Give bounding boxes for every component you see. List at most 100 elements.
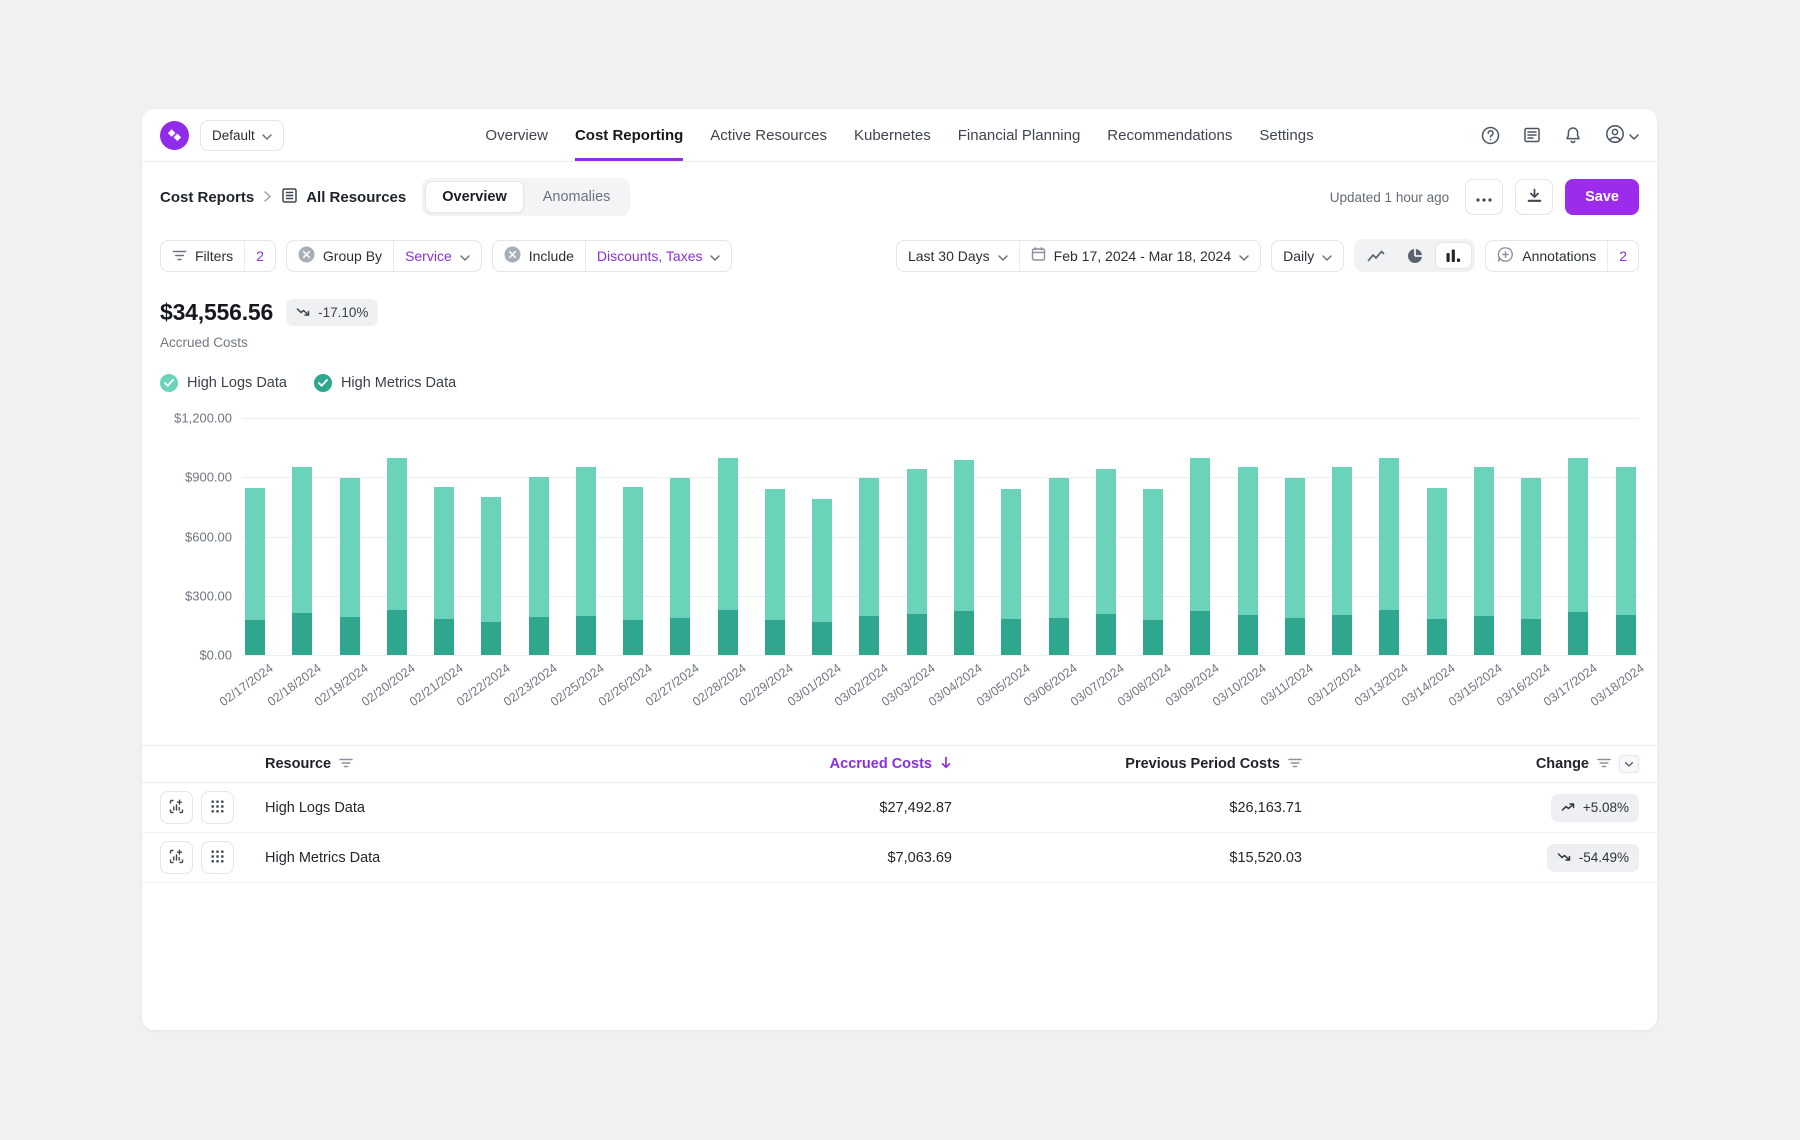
nav-item-recommendations[interactable]: Recommendations: [1107, 109, 1232, 161]
legend-item-high-logs-data[interactable]: High Logs Data: [160, 374, 287, 392]
bar-03/07/2024[interactable]: [1096, 469, 1116, 655]
bar-02/20/2024[interactable]: [387, 458, 407, 655]
nav-item-cost-reporting[interactable]: Cost Reporting: [575, 109, 683, 161]
breadcrumb-current[interactable]: All Resources: [281, 187, 406, 208]
nav-item-financial-planning[interactable]: Financial Planning: [958, 109, 1081, 161]
remove-circle-x-icon[interactable]: [298, 246, 315, 266]
workspace-selector[interactable]: Default: [200, 120, 284, 151]
bar-03/13/2024[interactable]: [1379, 458, 1399, 655]
nav-item-kubernetes[interactable]: Kubernetes: [854, 109, 931, 161]
bar-03/15/2024[interactable]: [1474, 467, 1494, 655]
bar-chart-icon[interactable]: [1435, 242, 1472, 269]
bar-segment: [1238, 615, 1258, 656]
granularity-dropdown[interactable]: Daily: [1271, 240, 1344, 272]
nav-item-overview[interactable]: Overview: [485, 109, 548, 161]
bar-03/01/2024[interactable]: [812, 499, 832, 655]
x-slot: 03/18/2024: [1616, 655, 1636, 723]
breadcrumb-root[interactable]: Cost Reports: [160, 189, 254, 206]
more-options-button[interactable]: [1465, 179, 1503, 215]
bar-02/25/2024[interactable]: [576, 467, 596, 655]
sort-descending-arrow-icon[interactable]: [940, 756, 952, 773]
column-header-change[interactable]: Change: [1302, 755, 1639, 773]
bar-03/16/2024[interactable]: [1521, 478, 1541, 655]
filters-chip[interactable]: Filters 2: [160, 240, 276, 272]
bar-03/14/2024[interactable]: [1427, 488, 1447, 655]
column-header-accrued-costs[interactable]: Accrued Costs: [652, 756, 952, 773]
chevron-down-icon: [1239, 248, 1249, 264]
chart-bars: [242, 418, 1639, 655]
bar-02/22/2024[interactable]: [481, 497, 501, 655]
bar-segment: [1427, 488, 1447, 619]
y-tick: $0.00: [199, 648, 232, 663]
bar-03/08/2024[interactable]: [1143, 489, 1163, 655]
add-to-chart-button[interactable]: [160, 841, 193, 874]
line-chart-icon[interactable]: [1357, 242, 1394, 269]
header-label: Resource: [265, 756, 331, 772]
filter-lines-icon[interactable]: [1288, 756, 1302, 772]
y-tick: $1,200.00: [174, 411, 232, 426]
bar-segment: [623, 620, 643, 656]
table-row[interactable]: High Logs Data $27,492.87 $26,163.71 +5.…: [142, 783, 1657, 833]
tab-anomalies[interactable]: Anomalies: [526, 181, 628, 213]
bar-02/17/2024[interactable]: [245, 488, 265, 655]
table-row[interactable]: High Metrics Data $7,063.69 $15,520.03 -…: [142, 833, 1657, 883]
date-preset-dropdown[interactable]: Last 30 Days: [897, 241, 1019, 271]
bar-03/10/2024[interactable]: [1238, 467, 1258, 655]
bar-02/23/2024[interactable]: [529, 477, 549, 655]
column-options-dropdown[interactable]: [1619, 755, 1639, 773]
bar-03/17/2024[interactable]: [1568, 458, 1588, 655]
bar-02/28/2024[interactable]: [718, 458, 738, 655]
grid-dots-button[interactable]: [201, 791, 234, 824]
add-to-chart-button[interactable]: [160, 791, 193, 824]
bar-03/18/2024[interactable]: [1616, 467, 1636, 655]
ellipsis-icon: [1476, 190, 1492, 205]
bar-03/05/2024[interactable]: [1001, 489, 1021, 655]
kpi-total-value: $34,556.56: [160, 299, 273, 326]
bar-segment: [859, 478, 879, 615]
bar-02/26/2024[interactable]: [623, 487, 643, 655]
bar-segment: [1190, 458, 1210, 611]
filter-lines-icon[interactable]: [339, 756, 353, 772]
help-icon[interactable]: [1481, 126, 1500, 145]
legend-item-high-metrics-data[interactable]: High Metrics Data: [314, 374, 456, 392]
annotations-chip[interactable]: Annotations 2: [1485, 240, 1639, 272]
chart-add-icon: [169, 799, 184, 817]
bar-03/04/2024[interactable]: [954, 460, 974, 655]
filter-lines-icon[interactable]: [1597, 756, 1611, 772]
bar-03/02/2024[interactable]: [859, 478, 879, 655]
tab-overview[interactable]: Overview: [425, 181, 524, 213]
chevron-down-icon: [1322, 248, 1332, 264]
x-slot: 03/05/2024: [1001, 655, 1021, 723]
notifications-bell-icon[interactable]: [1564, 126, 1582, 145]
page: { "colors": { "accent_purple": "#9D2BEB"…: [0, 0, 1800, 1140]
nav-item-active-resources[interactable]: Active Resources: [710, 109, 827, 161]
pie-chart-icon[interactable]: [1396, 242, 1433, 269]
bar-02/19/2024[interactable]: [340, 478, 360, 655]
bar-03/03/2024[interactable]: [907, 469, 927, 655]
x-slot: 02/27/2024: [670, 655, 690, 723]
bar-segment: [576, 616, 596, 656]
column-header-resource[interactable]: Resource: [265, 756, 652, 772]
bar-02/27/2024[interactable]: [670, 478, 690, 655]
bar-03/11/2024[interactable]: [1285, 478, 1305, 655]
bar-02/21/2024[interactable]: [434, 487, 454, 655]
bar-03/09/2024[interactable]: [1190, 458, 1210, 655]
x-slot: 03/01/2024: [812, 655, 832, 723]
bar-02/18/2024[interactable]: [292, 467, 312, 655]
column-header-previous-period-costs[interactable]: Previous Period Costs: [952, 756, 1302, 772]
remove-circle-x-icon[interactable]: [504, 246, 521, 266]
bar-03/12/2024[interactable]: [1332, 467, 1352, 655]
bar-03/06/2024[interactable]: [1049, 478, 1069, 655]
group-by-chip[interactable]: Group By Service: [286, 240, 482, 272]
bar-segment: [907, 614, 927, 656]
vantage-logo-icon: [160, 121, 189, 150]
changelog-icon[interactable]: [1523, 126, 1541, 144]
download-button[interactable]: [1515, 179, 1553, 215]
grid-dots-button[interactable]: [201, 841, 234, 874]
bar-02/29/2024[interactable]: [765, 489, 785, 655]
include-chip[interactable]: Include Discounts, Taxes: [492, 240, 733, 272]
date-range-dropdown[interactable]: Feb 17, 2024 - Mar 18, 2024: [1020, 241, 1260, 271]
nav-item-settings[interactable]: Settings: [1259, 109, 1313, 161]
account-menu[interactable]: [1605, 124, 1639, 147]
save-button[interactable]: Save: [1565, 179, 1639, 215]
